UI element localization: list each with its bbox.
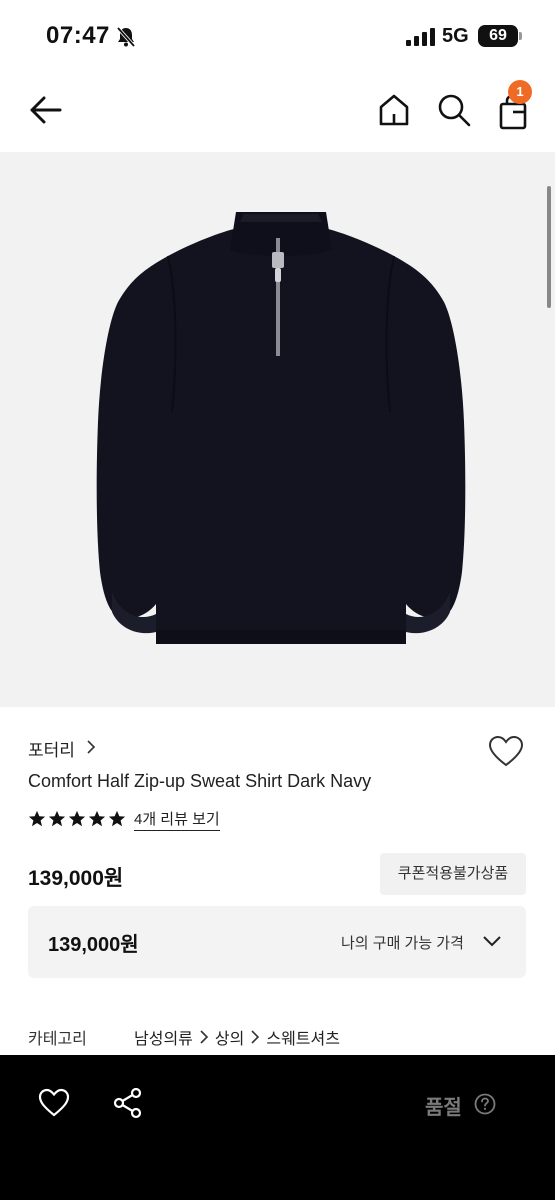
star-icon: [88, 810, 106, 827]
sold-out-label: 품절: [425, 1097, 462, 1119]
status-bar: 07:47 5G 69: [0, 0, 555, 72]
review-link[interactable]: 4개 리뷰 보기: [134, 810, 220, 831]
search-icon[interactable]: [436, 92, 472, 128]
star-icon: [28, 810, 46, 827]
product-title: Comfort Half Zip-up Sweat Shirt Dark Nav…: [28, 771, 372, 791]
cart-count-badge: 1: [508, 80, 532, 104]
help-icon[interactable]: [474, 1093, 496, 1115]
chevron-right-icon: [200, 1030, 209, 1044]
product-image[interactable]: [0, 152, 555, 707]
battery-tip: [519, 32, 522, 40]
my-price-label: 나의 구매 가능 가격: [341, 935, 464, 952]
bell-slash-icon: [116, 26, 136, 48]
back-arrow-icon[interactable]: [26, 92, 66, 128]
network-label: 5G: [442, 25, 469, 47]
signal-icon: [406, 28, 435, 46]
star-icon: [108, 810, 126, 827]
my-price-amount: 139,000원: [48, 934, 139, 956]
rating-stars: [28, 810, 126, 828]
bottom-action-bar: 품절: [0, 1055, 555, 1200]
category-link-1[interactable]: 남성의류: [134, 1025, 193, 1049]
category-label: 카테고리: [28, 1031, 87, 1048]
star-icon: [68, 810, 86, 827]
battery-indicator: 69: [478, 25, 518, 47]
chevron-right-icon: [87, 740, 96, 754]
category-breadcrumb: 남성의류 상의 스웨트셔츠: [134, 1025, 340, 1049]
heart-icon[interactable]: [488, 734, 524, 770]
brand-link[interactable]: 포터리: [28, 736, 75, 761]
chevron-down-icon: [483, 936, 501, 947]
coupon-unavailable-badge: 쿠폰적용불가상품: [380, 853, 526, 895]
image-scrollbar[interactable]: [547, 186, 551, 308]
share-icon[interactable]: [112, 1087, 144, 1119]
star-icon: [48, 810, 66, 827]
sweatshirt-image: [96, 212, 466, 644]
category-link-3[interactable]: 스웨트셔츠: [266, 1025, 340, 1049]
category-link-2[interactable]: 상의: [215, 1025, 244, 1049]
heart-icon[interactable]: [38, 1087, 70, 1119]
top-nav: [0, 72, 555, 152]
status-time: 07:47: [46, 22, 110, 49]
my-price-dropdown[interactable]: 139,000원 나의 구매 가능 가격: [28, 906, 526, 978]
home-icon[interactable]: [376, 92, 412, 128]
product-price: 139,000원: [28, 867, 124, 890]
chevron-right-icon: [251, 1030, 260, 1044]
